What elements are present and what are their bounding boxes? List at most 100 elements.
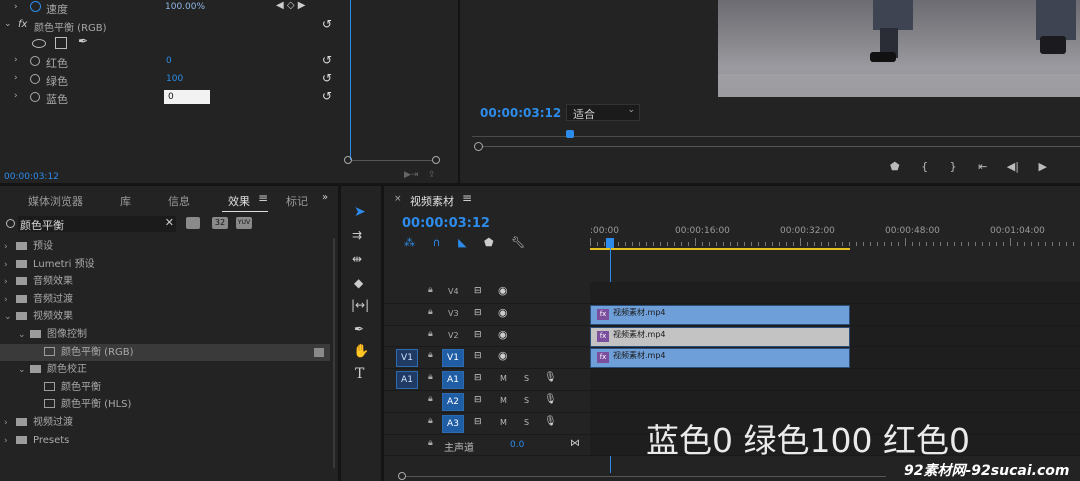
folder-icon — [16, 294, 27, 303]
collapse-chevron-icon[interactable]: ⌄ — [4, 309, 16, 326]
tree-folder[interactable]: › 预设 — [0, 238, 330, 255]
expand-chevron-icon[interactable]: › — [4, 292, 16, 309]
folder-icon — [16, 242, 27, 250]
tab-media-browser[interactable]: 媒体浏览器 — [28, 193, 83, 209]
param-value[interactable]: 0 — [166, 56, 172, 66]
timeline-zoom-bar[interactable] — [398, 472, 888, 481]
stopwatch-icon[interactable] — [30, 56, 40, 66]
step-back-icon[interactable]: ◀| — [1007, 160, 1019, 173]
folder-icon — [16, 435, 27, 444]
hand-tool-icon[interactable]: ✋ — [353, 344, 369, 359]
reset-icon[interactable]: ↺ — [322, 71, 332, 85]
tree-folder[interactable]: ⌄ 图像控制 — [0, 326, 330, 343]
razor-tool-icon[interactable]: ◆ — [354, 276, 363, 290]
pen-mask-icon[interactable]: ✒ — [78, 34, 88, 48]
caption-overlay: 蓝色0 绿色100 红色0 — [646, 421, 970, 460]
export-icon[interactable]: ⇪ — [428, 170, 436, 180]
fx-badge[interactable]: fx — [18, 19, 27, 30]
expand-chevron-icon[interactable]: › — [14, 91, 18, 101]
ellipse-mask-icon[interactable] — [32, 39, 46, 48]
ec-playhead-line — [350, 0, 351, 160]
tree-effect-item[interactable]: 颜色平衡 — [0, 379, 330, 396]
effects-search-input[interactable]: 颜色平衡 ✕ — [18, 216, 176, 232]
panel-menu-icon[interactable]: ≡ — [258, 191, 268, 205]
tab-effects[interactable]: 效果 — [228, 193, 250, 209]
stopwatch-icon[interactable] — [30, 92, 40, 102]
yuv-filter-icon[interactable]: YUV — [236, 217, 252, 229]
keyframe-nav[interactable]: ◀ ◇ ▶ — [276, 0, 305, 11]
stopwatch-icon[interactable] — [30, 74, 40, 84]
tree-label: Lumetri 预设 — [33, 258, 95, 270]
effect-name: 颜色平衡 (RGB) — [34, 23, 107, 34]
slip-tool-icon[interactable]: |↔| — [351, 298, 369, 312]
expand-chevron-icon[interactable]: › — [14, 73, 18, 83]
effects-scrollbar[interactable] — [333, 238, 335, 468]
fit-label: 适合 — [573, 108, 595, 121]
collapse-chevron-icon[interactable]: ⌄ — [18, 362, 30, 379]
pm-playhead[interactable] — [566, 130, 574, 138]
tab-info[interactable]: 信息 — [168, 193, 190, 209]
fit-dropdown[interactable]: 适合 ⌄ — [566, 104, 640, 121]
folder-icon — [16, 259, 27, 268]
expand-chevron-icon[interactable]: › — [4, 257, 16, 274]
folder-icon — [16, 312, 27, 321]
ripple-edit-tool-icon[interactable]: ⇹ — [352, 252, 362, 266]
tree-folder[interactable]: ⌄ 颜色校正 — [0, 361, 330, 378]
timeline-clip[interactable]: fx 视频素材.mp4 — [590, 348, 850, 369]
selection-tool-icon[interactable]: ➤ — [354, 204, 366, 220]
type-tool-icon[interactable]: T — [355, 366, 364, 382]
rectangle-mask-icon[interactable] — [55, 37, 67, 49]
timeline-clip[interactable]: fx 视频素材.mp4 — [590, 304, 850, 325]
pen-tool-icon[interactable]: ✒ — [354, 322, 364, 336]
tree-effect-item[interactable]: 颜色平衡 (HLS) — [0, 396, 330, 413]
tree-label: 颜色平衡 — [61, 381, 101, 393]
play-icon[interactable]: ▶ — [1038, 160, 1046, 173]
expand-chevron-icon[interactable]: › — [4, 415, 16, 432]
mark-in-icon[interactable]: { — [921, 160, 928, 173]
fx-badge-icon: fx — [597, 308, 609, 320]
add-marker-icon[interactable]: ⬟ — [890, 160, 900, 173]
tree-folder[interactable]: › 音频效果 — [0, 273, 330, 290]
play-audio-icon[interactable]: ▶⇥ — [404, 170, 418, 180]
pm-scrub-bar[interactable] — [472, 130, 1080, 140]
tree-effect-item[interactable]: 颜色平衡 (RGB) — [0, 343, 330, 361]
tree-folder[interactable]: › 视频过渡 — [0, 414, 330, 431]
ec-timecode[interactable]: 00:00:03:12 — [4, 172, 59, 182]
tree-label: 颜色校正 — [47, 364, 87, 376]
pm-timecode[interactable]: 00:00:03:12 — [480, 106, 561, 120]
reset-icon[interactable]: ↺ — [322, 89, 332, 103]
expand-chevron-icon[interactable]: › — [14, 55, 18, 65]
expand-chevron-icon[interactable]: › — [4, 239, 16, 256]
tree-folder[interactable]: › Presets — [0, 432, 330, 449]
speed-value[interactable]: 100.00% — [165, 2, 205, 12]
tree-folder[interactable]: › 音频过渡 — [0, 291, 330, 308]
collapse-chevron-icon[interactable]: ⌄ — [4, 19, 12, 29]
tree-folder[interactable]: ⌄ 视频效果 — [0, 308, 330, 325]
param-value[interactable]: 0 — [164, 90, 210, 104]
folder-icon — [16, 418, 27, 426]
accelerated-filter-icon[interactable] — [186, 217, 200, 229]
tab-library[interactable]: 库 — [120, 193, 131, 209]
mark-out-icon[interactable]: } — [950, 160, 957, 173]
fx-badge-icon: fx — [597, 352, 609, 364]
timeline-clip[interactable]: fx 视频素材.mp4 — [590, 326, 850, 347]
expand-chevron-icon[interactable]: › — [14, 2, 18, 12]
32bit-filter-icon[interactable]: 32 — [212, 217, 228, 229]
param-value[interactable]: 100 — [166, 74, 183, 84]
reset-icon[interactable]: ↺ — [322, 17, 332, 31]
collapse-chevron-icon[interactable]: ⌄ — [18, 327, 30, 344]
expand-chevron-icon[interactable]: › — [4, 274, 16, 291]
reset-icon[interactable]: ↺ — [322, 53, 332, 67]
stopwatch-icon[interactable] — [30, 1, 41, 12]
tree-folder[interactable]: › Lumetri 预设 — [0, 256, 330, 273]
param-label: 绿色 — [46, 75, 68, 88]
track-select-tool-icon[interactable]: ⇉ — [352, 228, 362, 242]
clear-search-icon[interactable]: ✕ — [165, 216, 174, 229]
go-to-in-icon[interactable]: ⇤ — [978, 160, 987, 173]
pm-zoom-bar[interactable] — [474, 142, 1080, 152]
more-tabs-icon[interactable]: » — [322, 192, 328, 203]
expand-chevron-icon[interactable]: › — [4, 433, 16, 450]
tab-markers[interactable]: 标记 — [286, 193, 308, 209]
speed-label: 速度 — [46, 3, 68, 16]
ec-scrollbar[interactable] — [344, 156, 440, 166]
